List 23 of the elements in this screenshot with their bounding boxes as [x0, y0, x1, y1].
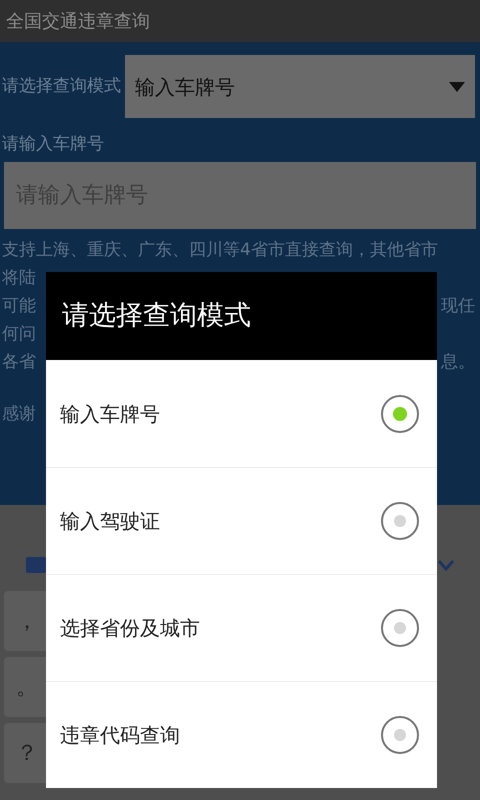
notice-text: 将陆 — [2, 266, 36, 290]
option-row[interactable]: 输入驾驶证 — [46, 467, 437, 574]
field-label: 请选择查询模式 — [2, 74, 121, 98]
option-label: 输入驾驶证 — [60, 508, 160, 535]
radio-button[interactable] — [381, 716, 419, 754]
notice-text: 何问 — [2, 322, 36, 346]
notice-text: 感谢 — [2, 402, 36, 426]
radio-button[interactable] — [381, 609, 419, 647]
option-row[interactable]: 输入车牌号 — [46, 360, 437, 467]
notice-text: 现任 — [441, 294, 476, 318]
option-label: 输入车牌号 — [60, 400, 160, 428]
dialog-title: 请选择查询模式 — [62, 298, 251, 333]
field-label: 请输入车牌号 — [2, 133, 104, 156]
notice-text: 支持上海、重庆、广东、四川等4省市直接查询，其他省市 — [2, 238, 438, 262]
notice-text: 息。 — [441, 350, 476, 374]
option-row[interactable]: 违章代码查询 — [46, 681, 437, 788]
radio-button[interactable] — [381, 502, 419, 540]
caret-icon — [449, 82, 465, 92]
notice-text: 各省 — [2, 350, 36, 374]
option-row[interactable]: 选择省份及城市 — [46, 574, 437, 681]
app-title: 全国交通违章查询 — [6, 10, 150, 34]
notice-text: 可能 — [2, 294, 36, 318]
radio-button[interactable] — [381, 394, 419, 432]
